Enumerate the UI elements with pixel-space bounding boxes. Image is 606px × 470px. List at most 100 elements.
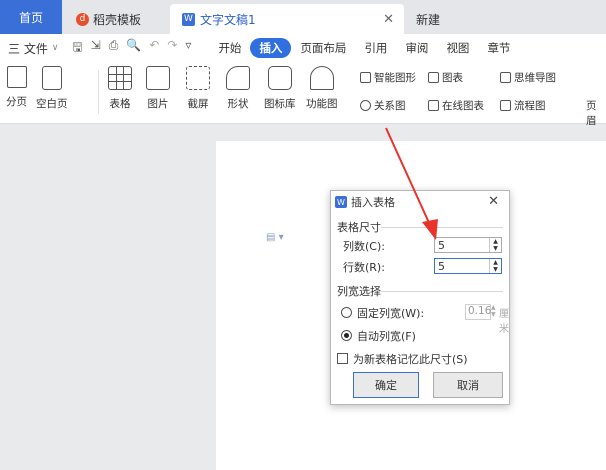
auto-width-label: 自动列宽(F) — [357, 330, 416, 343]
page-break-label: 分页 — [6, 96, 27, 108]
ribbon-insert: 分页 空白页 表格 图片 截屏 形状 图标库 功能图 智能图形 图表 思维导图 — [0, 62, 606, 127]
tab-template-label: 稻壳模板 — [93, 12, 142, 27]
smart-shape-button[interactable]: 智能图形 — [360, 70, 416, 85]
rows-stepper[interactable]: 5 ▲ ▼ — [434, 258, 502, 274]
quick-access-toolbar: 🖫 ⇲ ⎙ 🔍 ↶ ↷ ▿ — [72, 38, 191, 59]
stepper-arrows[interactable]: ▲ ▼ — [489, 238, 501, 252]
divider — [381, 291, 503, 292]
ok-button[interactable]: 确定 — [353, 372, 419, 398]
undo-icon[interactable]: ↶ — [149, 38, 159, 59]
cols-label: 列数(C): — [343, 240, 385, 253]
tab-template[interactable]: d 稻壳模板 — [66, 4, 166, 34]
fixed-width-label: 固定列宽(W): — [357, 307, 425, 320]
tab-document[interactable]: W 文字文稿1 ✕ — [170, 4, 404, 34]
table-label: 表格 — [109, 98, 131, 110]
menu-references[interactable]: 引用 — [355, 38, 396, 58]
relation-icon — [360, 100, 371, 111]
online-chart-label: 在线图表 — [442, 100, 484, 112]
width-group-label: 列宽选择 — [337, 283, 384, 299]
picture-label: 图片 — [147, 98, 169, 110]
paragraph-icon[interactable]: ▤ ▾ — [266, 232, 284, 243]
fixed-width-input[interactable]: 0.16 — [465, 304, 491, 320]
picture-icon — [146, 66, 170, 90]
bar-chart-icon — [428, 72, 439, 83]
menu-start[interactable]: 开始 — [209, 38, 250, 58]
menu-page-layout[interactable]: 页面布局 — [291, 38, 355, 58]
close-icon[interactable]: ✕ — [488, 194, 499, 209]
cancel-button[interactable]: 取消 — [433, 372, 503, 398]
online-chart-button[interactable]: 在线图表 — [428, 98, 484, 113]
tab-new[interactable]: 新建 — [408, 4, 468, 34]
shape-button[interactable]: 形状 — [226, 66, 250, 111]
fixed-width-radio[interactable] — [341, 307, 352, 318]
header-label: 页眉 — [586, 100, 597, 127]
export-icon[interactable]: ⇲ — [91, 38, 101, 59]
header-button[interactable]: 页眉 — [586, 98, 606, 128]
page-break-button[interactable]: 分页 — [6, 66, 27, 109]
relation-button[interactable]: 关系图 — [360, 98, 406, 113]
table-button[interactable]: 表格 — [108, 66, 132, 111]
fixed-width-unit[interactable]: 厘米 — [499, 305, 509, 335]
flowchart-button[interactable]: 流程图 — [500, 98, 546, 113]
rows-value: 5 — [438, 260, 445, 273]
divider — [381, 227, 503, 228]
menu-section[interactable]: 章节 — [478, 38, 519, 58]
cols-stepper[interactable]: 5 ▲ ▼ — [434, 237, 502, 253]
smart-shape-icon — [360, 72, 371, 83]
smart-shape-label: 智能图形 — [374, 72, 416, 84]
blank-page-icon — [41, 66, 62, 90]
fixed-width-arrows[interactable]: ▲ ▼ — [491, 304, 496, 318]
stepper-arrows[interactable]: ▲ ▼ — [489, 259, 501, 273]
auto-width-radio[interactable] — [341, 330, 352, 341]
main-menus: 开始 插入 页面布局 引用 审阅 视图 章节 — [209, 38, 519, 58]
picture-button[interactable]: 图片 — [146, 66, 170, 111]
relation-label: 关系图 — [374, 100, 406, 112]
shape-label: 形状 — [227, 98, 249, 110]
chart-label: 图表 — [442, 72, 463, 84]
customize-icon[interactable]: ▿ — [185, 38, 191, 59]
save-icon[interactable]: 🖫 — [72, 38, 82, 59]
writer-logo-icon: W — [182, 12, 195, 26]
online-chart-icon — [428, 100, 439, 111]
mindmap-button[interactable]: 思维导图 — [500, 70, 556, 85]
icon-library-icon — [267, 66, 292, 90]
menu-view[interactable]: 视图 — [437, 38, 478, 58]
tab-document-label: 文字文稿1 — [200, 12, 256, 27]
screenshot-label: 截屏 — [187, 98, 209, 110]
preview-icon[interactable]: 🔍 — [126, 38, 141, 59]
shape-icon — [226, 66, 250, 90]
tab-bar: 首页 d 稻壳模板 W 文字文稿1 ✕ 新建 — [0, 0, 606, 34]
tab-home[interactable]: 首页 — [0, 0, 62, 34]
screenshot-button[interactable]: 截屏 — [186, 66, 210, 111]
function-chart-icon — [309, 66, 334, 90]
daoke-logo-icon: d — [76, 12, 89, 26]
file-menu-label: 三 文件 — [8, 41, 48, 56]
flowchart-label: 流程图 — [514, 100, 546, 112]
remember-size-label: 为新表格记忆此尺寸(S) — [353, 353, 468, 366]
menu-insert[interactable]: 插入 — [250, 38, 292, 58]
dialog-title: 插入表格 — [351, 196, 395, 209]
menu-bar: 三 文件 ∨ 🖫 ⇲ ⎙ 🔍 ↶ ↷ ▿ 开始 插入 页面布局 引用 审阅 视图… — [0, 34, 606, 62]
document-canvas — [0, 125, 606, 470]
divider — [98, 70, 99, 114]
flowchart-icon — [500, 100, 511, 111]
file-menu[interactable]: 三 文件 ∨ — [8, 40, 58, 57]
page-break-icon — [6, 66, 27, 88]
insert-table-dialog: W 插入表格 ✕ 表格尺寸 列数(C): 5 ▲ ▼ 行数(R): 5 ▲ ▼ 列宽… — [330, 190, 510, 405]
print-icon[interactable]: ⎙ — [109, 38, 119, 59]
table-icon — [108, 66, 132, 90]
chart-button[interactable]: 图表 — [428, 70, 463, 85]
chevron-down-icon: ∨ — [51, 43, 59, 53]
remember-size-checkbox[interactable] — [337, 353, 348, 364]
writer-logo-icon: W — [335, 196, 347, 208]
blank-page-button[interactable]: 空白页 — [36, 66, 68, 111]
redo-icon[interactable]: ↷ — [167, 38, 177, 59]
function-chart-label: 功能图 — [306, 98, 338, 110]
function-chart-button[interactable]: 功能图 — [306, 66, 338, 111]
dialog-titlebar: W 插入表格 ✕ — [331, 191, 509, 213]
scissors-icon — [186, 66, 210, 90]
menu-review[interactable]: 审阅 — [396, 38, 437, 58]
close-icon[interactable]: ✕ — [383, 12, 394, 27]
size-group-label: 表格尺寸 — [337, 219, 384, 235]
icon-library-button[interactable]: 图标库 — [264, 66, 296, 111]
